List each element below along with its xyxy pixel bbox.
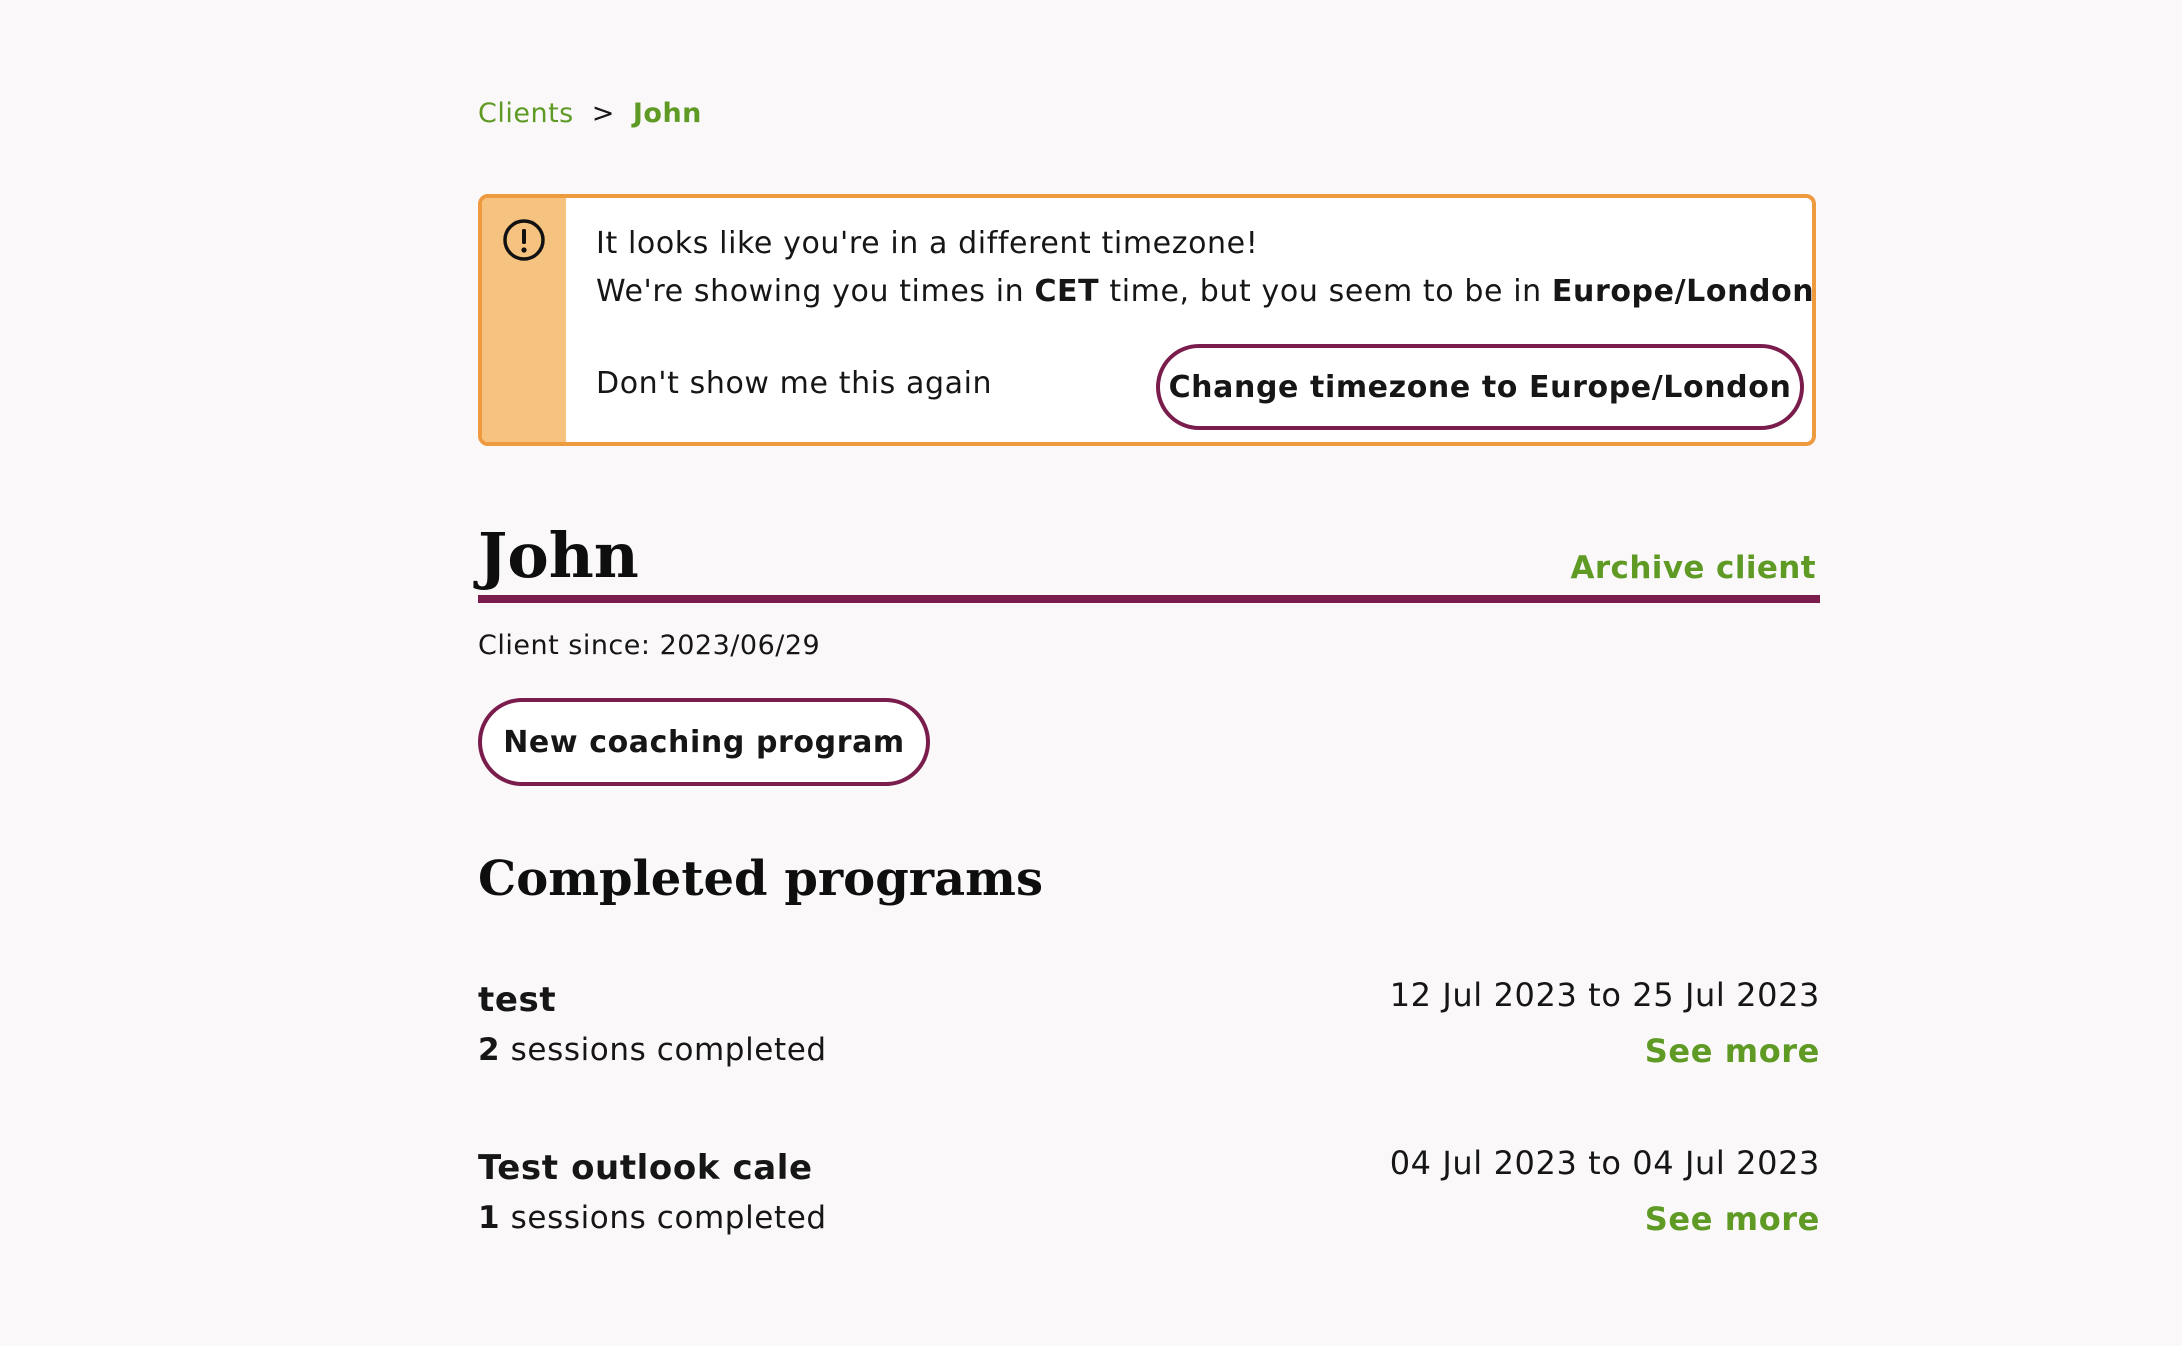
client-since-label: Client since:: [478, 630, 651, 661]
completed-programs-heading: Completed programs: [478, 851, 1043, 907]
program-name: Test outlook cale: [478, 1148, 813, 1188]
program-date-range: 04 Jul 2023 to 04 Jul 2023: [1389, 1144, 1820, 1182]
breadcrumb-current: John: [632, 98, 702, 129]
program-item: test 2 sessions completed 12 Jul 2023 to…: [478, 976, 1820, 1090]
see-more-link[interactable]: See more: [1645, 1200, 1820, 1238]
breadcrumb-separator: >: [591, 98, 615, 129]
alert-line-2-after: .: [1814, 274, 1816, 309]
archive-client-link[interactable]: Archive client: [1570, 550, 1816, 586]
program-date-range: 12 Jul 2023 to 25 Jul 2023: [1389, 976, 1820, 1014]
new-coaching-program-button[interactable]: New coaching program: [478, 698, 930, 786]
client-since-date: 2023/06/29: [659, 630, 821, 661]
program-name: test: [478, 980, 557, 1020]
breadcrumb-clients-link[interactable]: Clients: [478, 98, 574, 129]
program-sessions: 2 sessions completed: [478, 1032, 827, 1068]
current-timezone: CET: [1034, 274, 1100, 309]
dismiss-timezone-link[interactable]: Don't show me this again: [596, 366, 992, 401]
timezone-alert: It looks like you're in a different time…: [478, 194, 1816, 446]
heading-divider: [478, 595, 1820, 603]
detected-timezone: Europe/London: [1551, 274, 1815, 309]
sessions-label: sessions completed: [510, 1032, 827, 1068]
alert-message: It looks like you're in a different time…: [596, 220, 1816, 316]
alert-sidebar: [482, 198, 566, 442]
breadcrumb: Clients > John: [478, 98, 702, 129]
see-more-link[interactable]: See more: [1645, 1032, 1820, 1070]
program-sessions: 1 sessions completed: [478, 1200, 827, 1236]
change-timezone-button[interactable]: Change timezone to Europe/London: [1156, 344, 1804, 430]
sessions-count: 1: [478, 1200, 501, 1236]
sessions-count: 2: [478, 1032, 501, 1068]
alert-line-2: We're showing you times in CET time, but…: [596, 268, 1816, 316]
exclamation-circle-icon: [503, 219, 545, 261]
alert-line-2-middle: time, but you seem to be in: [1099, 274, 1552, 309]
client-since: Client since: 2023/06/29: [478, 630, 820, 661]
program-item: Test outlook cale 1 sessions completed 0…: [478, 1144, 1820, 1258]
client-name-heading: John: [478, 519, 639, 592]
alert-line-1: It looks like you're in a different time…: [596, 226, 1259, 261]
alert-line-2-before: We're showing you times in: [596, 274, 1035, 309]
sessions-label: sessions completed: [510, 1200, 827, 1236]
